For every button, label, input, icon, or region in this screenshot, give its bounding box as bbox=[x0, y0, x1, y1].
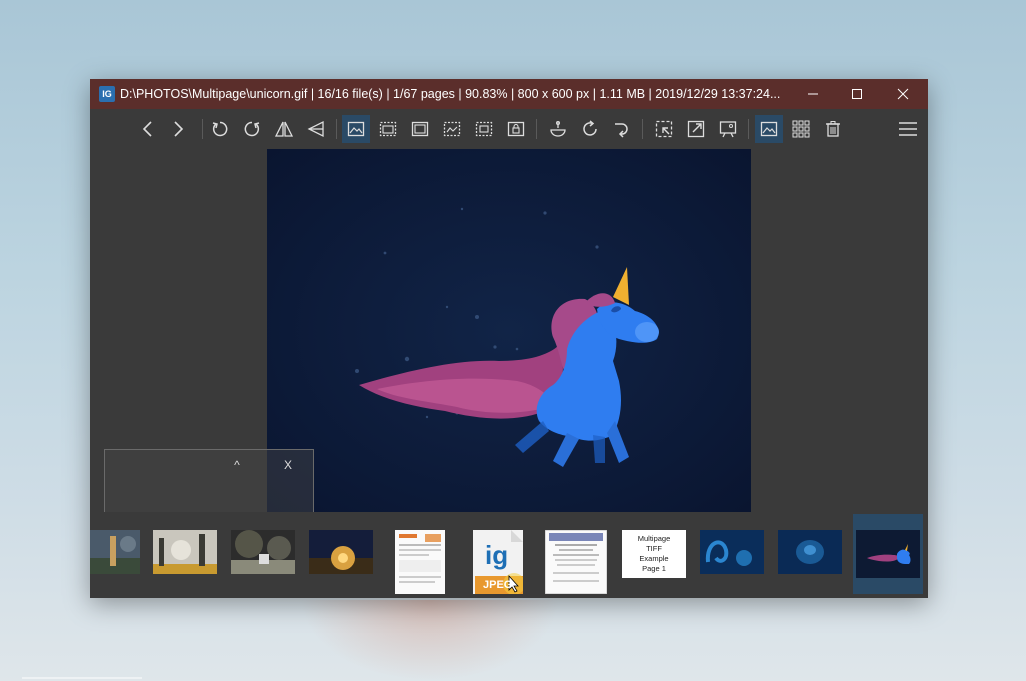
thumbnail[interactable] bbox=[309, 530, 373, 574]
lock-icon bbox=[507, 121, 525, 137]
fit-height-icon bbox=[411, 121, 429, 137]
thumbnail-strip: ig JPEG Multipage TIFF Example Page 1 bbox=[90, 512, 928, 598]
thumbnail-document[interactable] bbox=[545, 530, 607, 594]
grid-icon bbox=[792, 120, 810, 138]
thumbnail-image bbox=[778, 530, 842, 574]
thumbnail[interactable] bbox=[231, 530, 295, 574]
jpeg-label: JPEG bbox=[483, 579, 513, 591]
flip-horizontal-button[interactable] bbox=[270, 115, 298, 143]
refresh-button[interactable] bbox=[576, 115, 604, 143]
toolbar bbox=[90, 109, 928, 149]
svg-text:ig: ig bbox=[485, 540, 508, 570]
document-page bbox=[395, 530, 445, 594]
main-image[interactable] bbox=[267, 149, 751, 512]
close-panel-button[interactable]: X bbox=[278, 455, 298, 475]
actual-size-button[interactable] bbox=[438, 115, 466, 143]
minimize-icon bbox=[808, 93, 818, 95]
crop-icon bbox=[550, 121, 566, 137]
hamburger-menu-icon bbox=[899, 122, 917, 136]
thumbnail[interactable] bbox=[90, 530, 140, 574]
title-bar[interactable]: IG D:\PHOTOS\Multipage\unicorn.gif | 16/… bbox=[90, 79, 928, 109]
thumbnail-tiff[interactable]: Multipage TIFF Example Page 1 bbox=[622, 530, 686, 578]
thumbnail[interactable] bbox=[778, 530, 842, 574]
rotate-left-icon bbox=[212, 121, 228, 137]
redo-arrow-icon bbox=[615, 123, 628, 138]
taskbar-edge bbox=[22, 677, 142, 679]
tiff-line: TIFF bbox=[646, 544, 662, 553]
picture-icon bbox=[760, 121, 778, 137]
thumbnail-image bbox=[309, 530, 373, 574]
thumbnail[interactable] bbox=[700, 530, 764, 574]
thumbnail-image bbox=[153, 530, 217, 574]
tiff-line: Multipage bbox=[637, 534, 671, 543]
copy-to-icon bbox=[655, 120, 673, 138]
toolbar-separator bbox=[536, 119, 537, 139]
rotate-right-icon bbox=[244, 121, 260, 137]
crop-button[interactable] bbox=[544, 115, 572, 143]
resize-button[interactable] bbox=[682, 115, 710, 143]
chevron-right-icon bbox=[174, 121, 184, 137]
unicorn-artwork bbox=[267, 149, 751, 512]
chevron-left-icon bbox=[142, 121, 152, 137]
viewer-mode-button[interactable] bbox=[755, 115, 783, 143]
background-glow bbox=[300, 600, 560, 681]
delete-button[interactable] bbox=[819, 115, 847, 143]
document-page bbox=[545, 530, 607, 594]
grid-view-button[interactable] bbox=[787, 115, 815, 143]
flip-horizontal-icon bbox=[274, 121, 294, 137]
slideshow-icon bbox=[719, 121, 737, 138]
toolbar-separator bbox=[748, 119, 749, 139]
image-fit-icon bbox=[347, 121, 365, 137]
fit-height-button[interactable] bbox=[406, 115, 434, 143]
flip-vertical-icon bbox=[307, 120, 324, 138]
close-button[interactable] bbox=[880, 79, 926, 109]
toolbar-separator bbox=[202, 119, 203, 139]
collapse-panel-button[interactable]: ^ bbox=[227, 455, 247, 475]
auto-rotate-button[interactable] bbox=[608, 115, 636, 143]
toolbar-separator bbox=[336, 119, 337, 139]
menu-button[interactable] bbox=[894, 115, 922, 143]
next-button[interactable] bbox=[164, 115, 192, 143]
auto-zoom-icon bbox=[475, 121, 493, 137]
maximize-icon bbox=[852, 89, 862, 99]
thumbnail-image bbox=[90, 530, 140, 574]
maximize-button[interactable] bbox=[834, 79, 880, 109]
fit-width-button[interactable] bbox=[374, 115, 402, 143]
copy-to-button[interactable] bbox=[650, 115, 678, 143]
lock-zoom-button[interactable] bbox=[502, 115, 530, 143]
resize-icon bbox=[687, 120, 705, 138]
flip-vertical-button[interactable] bbox=[302, 115, 330, 143]
thumbnail-document[interactable] bbox=[395, 530, 445, 594]
thumbnail-jpeg-file[interactable]: ig JPEG bbox=[473, 530, 523, 594]
auto-zoom-button[interactable] bbox=[470, 115, 498, 143]
thumbnail-image bbox=[231, 530, 295, 574]
trash-icon bbox=[826, 121, 840, 137]
toolbar-separator bbox=[642, 119, 643, 139]
minimize-button[interactable] bbox=[790, 79, 836, 109]
viewer-area[interactable]: ^ X bbox=[90, 149, 928, 559]
image-viewer-window: IG D:\PHOTOS\Multipage\unicorn.gif | 16/… bbox=[90, 79, 928, 598]
previous-button[interactable] bbox=[134, 115, 162, 143]
tiff-line: Page 1 bbox=[642, 564, 666, 573]
slideshow-button[interactable] bbox=[714, 115, 742, 143]
fit-best-button[interactable] bbox=[342, 115, 370, 143]
thumbnail-image bbox=[700, 530, 764, 574]
window-title: D:\PHOTOS\Multipage\unicorn.gif | 16/16 … bbox=[120, 87, 781, 101]
thumbnail-selected[interactable] bbox=[853, 514, 923, 594]
thumbnail[interactable] bbox=[153, 530, 217, 574]
fit-width-icon bbox=[379, 121, 397, 137]
refresh-icon bbox=[583, 120, 597, 136]
rotate-right-button[interactable] bbox=[238, 115, 266, 143]
actual-size-icon bbox=[443, 121, 461, 137]
close-icon bbox=[897, 88, 909, 100]
rotate-left-button[interactable] bbox=[206, 115, 234, 143]
app-icon: IG bbox=[99, 86, 115, 102]
tiff-line: Example bbox=[639, 554, 669, 563]
unicorn-thumbnail bbox=[856, 530, 920, 578]
